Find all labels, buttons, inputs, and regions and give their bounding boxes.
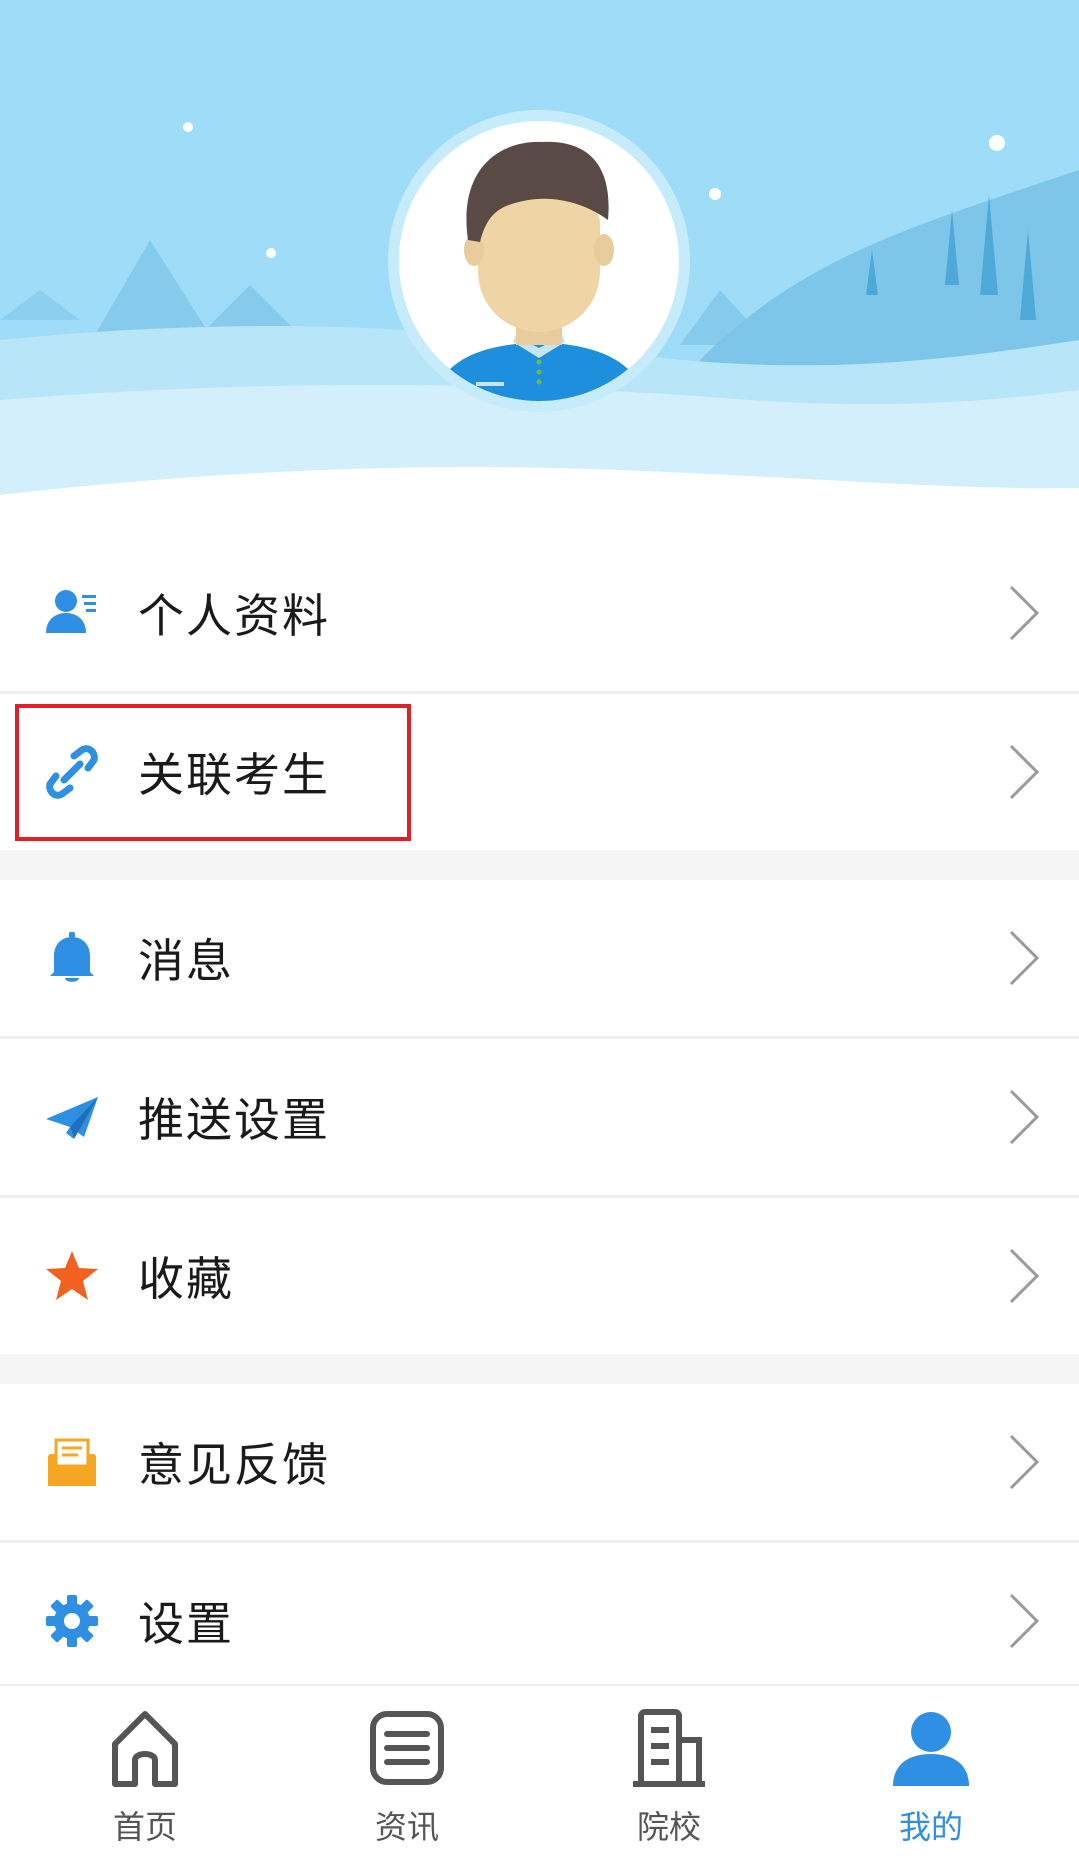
gear-icon — [44, 1593, 100, 1649]
menu-item-label: 收藏 — [138, 1252, 234, 1306]
menu-item-profile[interactable]: 个人资料 — [0, 535, 1079, 691]
tab-label: 首页 — [112, 1808, 177, 1846]
avatar[interactable] — [388, 110, 690, 412]
menu-item-push-settings[interactable]: 推送设置 — [0, 1039, 1079, 1195]
star-icon — [44, 1248, 100, 1304]
menu-item-label: 意见反馈 — [138, 1438, 330, 1492]
tab-label: 我的 — [898, 1808, 963, 1846]
menu-item-favorites[interactable]: 收藏 — [0, 1198, 1079, 1354]
bell-icon — [44, 930, 100, 986]
chevron-right-icon — [1009, 1434, 1040, 1490]
menu-item-link-examinee[interactable]: 关联考生 — [0, 694, 1079, 850]
paper-plane-icon — [44, 1089, 100, 1145]
tab-label: 资讯 — [374, 1808, 439, 1846]
envelope-icon — [44, 1434, 100, 1490]
tab-home[interactable]: 首页 — [14, 1686, 276, 1863]
menu-item-settings[interactable]: 设置 — [0, 1543, 1079, 1699]
bottom-tab-bar: 首页 资讯 院校 我的 — [0, 1684, 1079, 1863]
news-icon — [365, 1706, 449, 1790]
user-icon — [889, 1706, 973, 1790]
section-gap — [0, 850, 1079, 880]
section-gap — [0, 1354, 1079, 1384]
chevron-right-icon — [1009, 930, 1040, 986]
profile-header — [0, 0, 1079, 510]
tab-label: 院校 — [636, 1808, 701, 1846]
tab-news[interactable]: 资讯 — [276, 1686, 538, 1863]
tab-schools[interactable]: 院校 — [538, 1686, 800, 1863]
chevron-right-icon — [1009, 585, 1040, 641]
menu-item-label: 设置 — [138, 1597, 234, 1651]
building-icon — [627, 1706, 711, 1790]
chevron-right-icon — [1009, 1593, 1040, 1649]
menu-item-messages[interactable]: 消息 — [0, 880, 1079, 1036]
chevron-right-icon — [1009, 1089, 1040, 1145]
home-icon — [103, 1706, 187, 1790]
menu-item-label: 消息 — [138, 934, 234, 988]
profile-card-icon — [44, 585, 100, 641]
menu-item-label: 个人资料 — [138, 589, 330, 643]
link-icon — [44, 744, 100, 800]
profile-page: 个人资料 关联考生 消息 推送设置 收藏 意见反馈 设置 首页 资讯 院校 我的 — [0, 0, 1079, 1863]
chevron-right-icon — [1009, 744, 1040, 800]
menu-item-label: 推送设置 — [138, 1093, 330, 1147]
avatar-image — [388, 110, 690, 412]
menu-item-label: 关联考生 — [138, 748, 330, 802]
chevron-right-icon — [1009, 1248, 1040, 1304]
tab-mine[interactable]: 我的 — [800, 1686, 1062, 1863]
menu-item-feedback[interactable]: 意见反馈 — [0, 1384, 1079, 1540]
